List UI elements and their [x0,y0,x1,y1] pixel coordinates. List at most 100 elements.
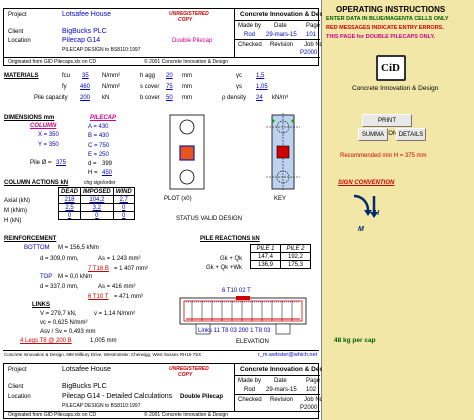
column-actions-note: chg sign/order [84,180,116,186]
date-label-2: Date [274,378,287,384]
hagg-value[interactable]: 20 [166,73,173,79]
links-heading: LINKS [32,302,50,308]
top-bars[interactable]: 6 T10 T [88,294,108,300]
details-button[interactable]: DETAILS [396,128,426,141]
pilecap-c[interactable]: C = 750 [88,143,109,149]
copyright-note-2: © 2001 Concrete Innovation & Design [144,412,229,418]
pilecap-b[interactable]: B = 430 [88,133,109,139]
moment-label: M (kNm) [4,208,27,214]
links-legs[interactable]: 4 Legs T8 @ 200 B [20,338,72,344]
project-label-2: Project [8,367,27,373]
bcover-value[interactable]: 50 [166,95,173,101]
footer-email[interactable]: r_m.webster@which.net [258,352,317,359]
jobno-label: Job No [304,42,324,48]
moment-dead[interactable]: 2,5 [57,203,82,212]
links-vv: v = 1,14 N/mm² [94,311,136,317]
axial-imposed[interactable]: 104,2 [80,195,114,204]
stamp2-line2: COPY [178,372,193,378]
originated-note-2: Originated from GID Pilecaps.xls on CD [8,412,97,418]
density-unit: kN/m³ [272,95,288,101]
status-message: STATUS VALID DESIGN [176,216,243,222]
hagg-unit: mm [182,73,192,79]
gc-value[interactable]: 1,5 [256,73,264,79]
gs-value[interactable]: 1,05 [256,84,268,90]
page-label: Page [306,23,321,29]
print-buttons-button[interactable]: PRINT BUTTONS [362,114,412,137]
horizontal-wind[interactable]: 0 [112,211,135,220]
originated-note: Originated from GID Pilecaps.xls on CD [8,59,97,65]
bottom-moment: M = 156,5 kNm [58,245,99,251]
footer-address: Concrete Innovation & Design, 688 Milbur… [4,352,202,357]
pilecap-a[interactable]: A = 430 [88,124,109,130]
client-label: Client [8,29,24,35]
recommended-min-h: Recommended min H = 375 mm [340,153,427,159]
scover-value[interactable]: 75 [166,84,173,90]
location-label: Location [8,38,31,44]
summa-button[interactable]: SUMMA [358,128,388,141]
column-label: COLUMN [30,123,57,129]
density-value[interactable]: 24 [256,95,263,101]
page-label-2: Page [306,378,321,384]
hagg-label: h agg [140,73,156,79]
top-as: As = 416 mm² [98,284,136,290]
jobno-label-2: Job No [304,397,324,403]
location-value-2: Pilecap G14 - Detailed Calculations [62,393,173,400]
plot-label: PLOT (x0) [164,196,192,202]
copyright-note: © 2001 Concrete Innovation & Design [144,59,229,65]
checked-label: Checked [238,42,262,48]
bcover-unit: mm [182,95,192,101]
bottom-bars[interactable]: 7 T16 B [88,266,109,272]
column-actions-table: DEAD IMPOSED WIND 218 104,2 2,7 2,5 3,2 … [57,187,135,220]
top-label: TOP [40,274,53,280]
scover-label: s cover [140,84,160,90]
reaction-row2-label: Gk + Qk +Wk [206,265,243,271]
materials-heading: MATERIALS [4,73,39,79]
horizontal-dead[interactable]: 0 [57,211,82,220]
header-imposed: IMPOSED [80,187,114,196]
made-by-label: Made by [238,23,262,29]
design-type-2: Double Pilecap [180,394,224,400]
sign-convention-title: SIGN CONVENTION [338,180,395,186]
client-value: BigBucks PLC [62,28,107,35]
bottom-label: BOTTOM [24,245,50,251]
pile-capacity-label: Pile capacity [34,95,68,101]
bottom-provided: = 1 407 mm² [114,266,148,272]
top-provided: = 471 mm² [114,294,143,300]
pile-dia-value[interactable]: 375 [56,160,66,166]
axial-dead[interactable]: 218 [57,195,82,204]
moment-wind[interactable]: 0 [112,203,135,212]
fcu-value[interactable]: 35 [82,73,89,79]
date-value-2: 29-mars-15 [266,387,297,393]
scover-unit: mm [182,84,192,90]
top-depth: d = 337,0 mm, [40,284,79,290]
file-name-2: PILECAP DESIGN to BS8110:1997 [62,403,141,409]
d-value: 399 [102,161,113,167]
bottom-depth: d = 309,0 mm, [40,256,79,262]
column-x[interactable]: X = 350 [38,132,59,138]
axial-wind[interactable]: 2,7 [112,195,135,204]
elevation-links-note: Links 11 T8 03 200 1 T8 03 [198,328,271,334]
sheet-header-2: Project Lotsafee House Client BigBucks P… [3,363,333,419]
pile-capacity-value[interactable]: 200 [80,95,90,101]
links-asv: Asv / Sv = 0,493 mm [40,329,96,335]
revision-label-2: Revision [270,397,294,403]
design-type: Double Pilecap [172,38,213,44]
moment-imposed[interactable]: 3,2 [80,203,114,212]
pilecap-e[interactable]: E = 250 [88,152,109,158]
bottom-as: As = 1 243 mm² [98,256,141,262]
fy-label: fy [62,84,67,90]
dimensions-heading: DIMENSIONS mm [4,115,55,121]
header-wind: WIND [112,187,135,196]
fy-unit: N/mm² [102,84,120,90]
pile-capacity-unit: kN [102,95,110,101]
horizontal-imposed[interactable]: 0 [80,211,114,220]
page-value-2: 102 [306,387,317,393]
bcover-label: b cover [140,95,160,101]
file-name: PILECAP DESIGN to BS8110:1997 [62,47,141,53]
fy-value[interactable]: 460 [80,84,90,90]
h-label: H = [88,170,98,176]
h-value[interactable]: 450 [102,170,112,176]
links-vc: vc = 0,625 N/mm² [40,320,88,326]
jobno-value: P2000 [300,50,318,56]
column-y[interactable]: Y = 350 [38,142,59,148]
